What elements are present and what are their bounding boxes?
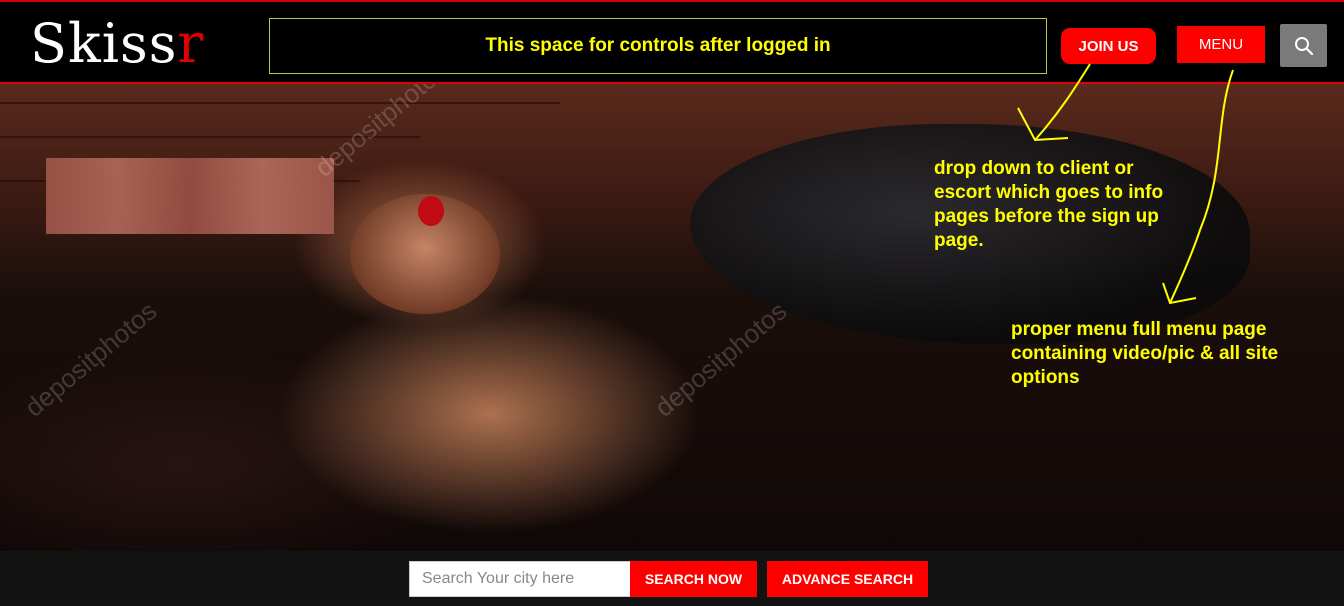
join-arrowhead: [1017, 107, 1069, 142]
advance-search-button[interactable]: ADVANCE SEARCH: [767, 561, 928, 597]
annotation-arrows: [1017, 63, 1234, 305]
city-search-input[interactable]: [409, 561, 631, 597]
search-now-button[interactable]: SEARCH NOW: [630, 561, 757, 597]
menu-annotation-arrow: [1169, 69, 1234, 304]
menu-arrowhead: [1162, 282, 1197, 305]
join-annotation-arrow: [1034, 63, 1091, 141]
